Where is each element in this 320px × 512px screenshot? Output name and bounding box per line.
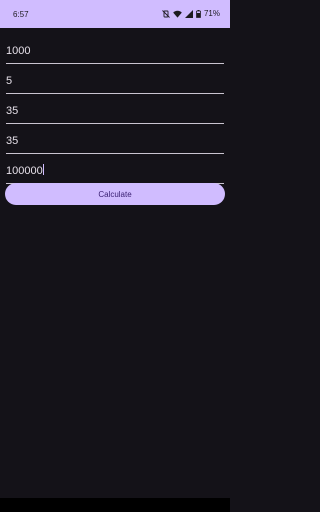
input-field-1-value[interactable]: 1000 (6, 45, 30, 57)
signal-icon (184, 9, 193, 18)
input-field-2[interactable]: 5 (6, 64, 224, 94)
text-cursor (42, 164, 44, 175)
app-screen: 6:57 71% 1000 5 35 35 100000 Calculate (0, 0, 230, 512)
vibrate-off-icon (162, 9, 170, 18)
navigation-bar (0, 498, 230, 512)
input-field-4-value[interactable]: 35 (6, 135, 18, 147)
input-fields: 1000 5 35 35 100000 (6, 34, 224, 184)
input-field-3[interactable]: 35 (6, 94, 224, 124)
input-field-5-value[interactable]: 100000 (6, 165, 43, 177)
input-field-3-value[interactable]: 35 (6, 105, 18, 117)
input-field-5[interactable]: 100000 (6, 154, 224, 184)
input-field-5-wrapper[interactable]: 100000 (6, 164, 44, 177)
status-icons: 71% (162, 9, 220, 18)
input-field-1[interactable]: 1000 (6, 34, 224, 64)
battery-icon (195, 9, 201, 18)
status-bar: 6:57 71% (0, 0, 230, 28)
calculate-button-label: Calculate (98, 189, 132, 199)
wifi-icon (173, 10, 182, 18)
calculate-button[interactable]: Calculate (5, 183, 225, 205)
battery-percent: 71% (203, 9, 220, 18)
input-field-4[interactable]: 35 (6, 124, 224, 154)
status-time: 6:57 (13, 10, 29, 19)
input-field-2-value[interactable]: 5 (6, 75, 12, 87)
